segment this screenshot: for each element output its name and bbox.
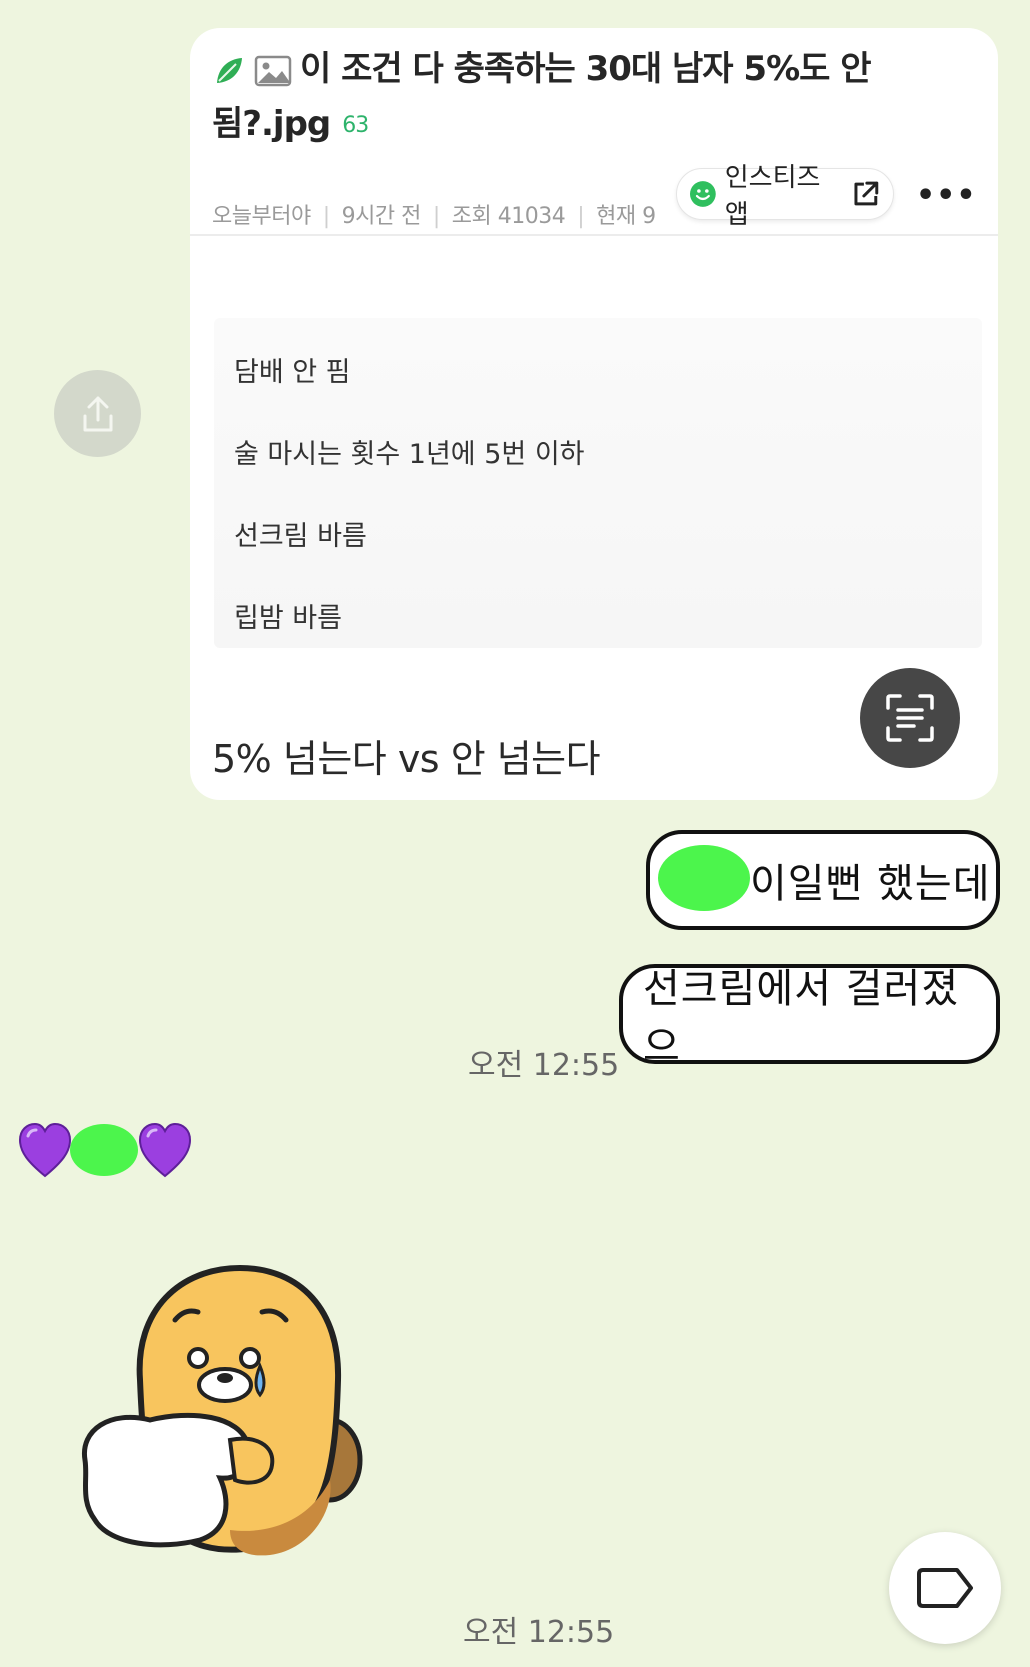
meta-separator: | [432, 204, 440, 229]
open-app-label: 인스티즈앱 [724, 163, 821, 230]
smile-icon [689, 181, 716, 207]
text-scan-button[interactable] [860, 668, 960, 768]
censor-blob [658, 845, 750, 911]
divider [190, 234, 998, 236]
post-caption: 5% 넘는다 vs 안 넘는다 [212, 737, 601, 781]
message-text: 선크림에서 걸러졌으 [643, 966, 960, 1070]
shared-post-card[interactable]: 이 조건 다 충족하는 30대 남자 5%도 안 됨?.jpg 63 오늘부터야 |… [190, 28, 998, 800]
post-title-text: 이 조건 다 충족하는 30대 남자 5%도 안 됨?.jpg [212, 49, 872, 144]
content-line: 립밤 바름 [234, 603, 342, 634]
external-link-icon [854, 181, 879, 206]
content-line: 술 마시는 횟수 1년에 5번 이하 [234, 439, 585, 470]
post-title[interactable]: 이 조건 다 충족하는 30대 남자 5%도 안 됨?.jpg 63 [212, 42, 892, 153]
message-time: 오전 12:55 [463, 1615, 615, 1650]
tag-button[interactable] [889, 1532, 1001, 1644]
post-content-image: 담배 안 핌 술 마시는 횟수 1년에 5번 이하 선크림 바름 립밤 바름 [214, 318, 982, 648]
share-icon [83, 396, 112, 431]
post-time: 9시간 전 [341, 204, 422, 229]
content-line: 담배 안 핌 [234, 357, 351, 388]
hearts-message [18, 1122, 192, 1178]
meta-separator: | [322, 204, 330, 229]
share-button[interactable] [54, 370, 141, 457]
post-meta: 오늘부터야 | 9시간 전 | 조회 41034 | 현재 9 [212, 198, 656, 230]
image-icon [254, 55, 292, 86]
more-icon[interactable]: ••• [916, 178, 977, 213]
open-app-button[interactable]: 인스티즈앱 [676, 163, 894, 230]
content-line: 선크림 바름 [234, 521, 367, 552]
post-current: 현재 9 [596, 204, 656, 229]
message-bubble[interactable]: 선크림에서 걸러졌으 [619, 964, 1000, 1070]
post-views: 조회 41034 [451, 204, 566, 229]
message-time: 오전 12:55 [468, 1048, 620, 1083]
post-author: 오늘부터야 [212, 204, 311, 229]
comment-count: 63 [342, 113, 369, 138]
crying-character-sticker [81, 1264, 363, 1556]
purple-heart-icon [138, 1122, 192, 1178]
tag-icon [917, 1568, 973, 1608]
meta-separator: | [577, 204, 585, 229]
message-text: 이일뻔 했는데 [750, 861, 991, 907]
text-scan-icon [886, 694, 934, 742]
purple-heart-icon [18, 1122, 72, 1178]
leaf-icon [217, 57, 242, 83]
